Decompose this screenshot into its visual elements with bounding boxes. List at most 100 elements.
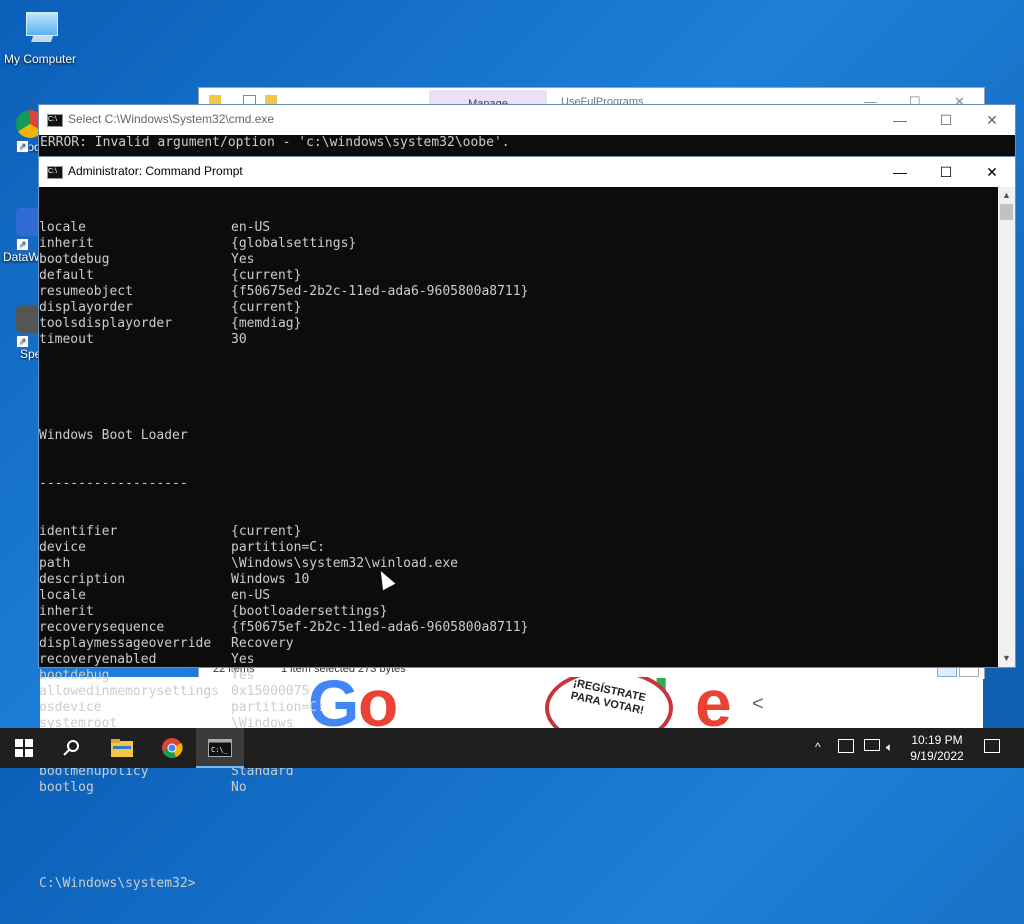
minimize-icon[interactable]: — xyxy=(877,157,923,187)
setting-value: 30 xyxy=(231,332,247,347)
terminal-output[interactable]: locale en-US inherit {globalsettings} bootde… xyxy=(39,187,1015,924)
chrome-icon xyxy=(162,737,183,758)
setting-key: locale xyxy=(39,220,86,235)
terminal-line: allowedinmemorysettings 0x15000075 xyxy=(39,684,1015,700)
setting-key: bootdebug xyxy=(39,252,110,267)
maximize-icon[interactable]: ☐ xyxy=(923,157,969,187)
terminal-line: locale en-US xyxy=(39,588,1015,604)
setting-key: path xyxy=(39,556,71,571)
setting-key: bootlog xyxy=(39,780,94,795)
terminal-line: bootdebug Yes xyxy=(39,252,1015,268)
terminal-output: ERROR: Invalid argument/option - 'c:\win… xyxy=(39,135,1015,151)
svg-text:C:\_: C:\_ xyxy=(211,746,229,754)
cmd-icon: C:\ xyxy=(47,114,63,127)
terminal-line: recoveryenabled Yes xyxy=(39,652,1015,668)
setting-value: Recovery xyxy=(231,636,294,651)
terminal-line: bootdebug Yes xyxy=(39,668,1015,684)
search-button[interactable] xyxy=(48,728,96,768)
terminal-line: inherit {globalsettings} xyxy=(39,236,1015,252)
terminal-line: device partition=C: xyxy=(39,540,1015,556)
chrome-icon xyxy=(16,110,40,138)
terminal-line: timeout 30 xyxy=(39,332,1015,348)
setting-value: en-US xyxy=(231,588,271,603)
terminal-line: default {current} xyxy=(39,268,1015,284)
setting-key: osdevice xyxy=(39,700,102,715)
terminal-line: displaymessageoverride Recovery xyxy=(39,636,1015,652)
scroll-down-icon[interactable]: ▼ xyxy=(998,650,1015,667)
minimize-icon[interactable]: — xyxy=(877,105,923,135)
terminal-line: toolsdisplayorder {memdiag} xyxy=(39,316,1015,332)
setting-value: \Windows\system32\winload.exe xyxy=(231,556,458,571)
scroll-up-icon[interactable]: ▲ xyxy=(998,187,1015,204)
setting-key: identifier xyxy=(39,524,118,539)
volume-icon[interactable]: 🔈︎ xyxy=(886,740,893,780)
setting-key: recoveryenabled xyxy=(39,652,157,667)
setting-key: displaymessageoverride xyxy=(39,636,212,651)
desktop-icon-dataw[interactable]: ↗ DataW xyxy=(0,208,40,264)
setting-key: locale xyxy=(39,588,86,603)
desktop-icon-google-chrome[interactable]: ↗ Goo Chro xyxy=(0,110,40,154)
setting-key: timeout xyxy=(39,332,94,347)
taskbar: C:\_ ^ 🔈︎ 10:19 PM 9/19/2022 xyxy=(0,728,1024,768)
security-icon[interactable] xyxy=(838,739,854,753)
setting-value: {bootloadersettings} xyxy=(231,604,388,619)
cmd-title-bar[interactable]: C:\ Administrator: Command Prompt — ☐ ✕ xyxy=(39,157,1015,187)
network-icon[interactable] xyxy=(864,739,880,751)
setting-value: partition=C: xyxy=(231,540,325,555)
setting-key: recoverysequence xyxy=(39,620,165,635)
shortcut-arrow-icon: ↗ xyxy=(16,140,29,153)
app-icon xyxy=(16,305,40,333)
setting-value: {current} xyxy=(231,268,302,283)
setting-value: Yes xyxy=(231,668,255,683)
setting-key: resumeobject xyxy=(39,284,133,299)
app-icon xyxy=(16,208,40,236)
taskbar-clock[interactable]: 10:19 PM 9/19/2022 xyxy=(902,732,972,764)
section-rule: ------------------- xyxy=(39,476,188,491)
show-hidden-icons[interactable]: ^ xyxy=(815,740,821,780)
setting-key: inherit xyxy=(39,604,94,619)
setting-value: Yes xyxy=(231,252,255,267)
notifications-icon[interactable] xyxy=(984,739,1000,753)
folder-icon xyxy=(111,738,133,757)
search-icon xyxy=(63,739,79,756)
taskbar-file-explorer[interactable] xyxy=(98,728,146,768)
setting-value: en-US xyxy=(231,220,271,235)
scroll-thumb[interactable] xyxy=(1000,204,1013,220)
setting-value: {f50675ef-2b2c-11ed-ada6-9605800a8711} xyxy=(231,620,529,635)
shortcut-arrow-icon: ↗ xyxy=(16,335,29,348)
clock-date: 9/19/2022 xyxy=(910,749,964,763)
desktop-icon-spe[interactable]: ↗ Spe xyxy=(0,305,40,361)
terminal-line: displayorder {current} xyxy=(39,300,1015,316)
cmd-title-bar[interactable]: C:\ Select C:\Windows\System32\cmd.exe —… xyxy=(39,105,1015,135)
setting-value: {memdiag} xyxy=(231,316,302,331)
setting-key: allowedinmemorysettings xyxy=(39,684,220,699)
start-button[interactable] xyxy=(0,728,48,768)
setting-value: {current} xyxy=(231,300,302,315)
taskbar-command-prompt[interactable]: C:\_ xyxy=(196,728,244,768)
cmd-icon: C:\_ xyxy=(208,738,232,757)
cmd-window-admin[interactable]: C:\ Administrator: Command Prompt — ☐ ✕ … xyxy=(38,156,1016,891)
computer-icon xyxy=(20,8,60,48)
terminal-line: recoverysequence {f50675ef-2b2c-11ed-ada6… xyxy=(39,620,1015,636)
terminal-line: locale en-US xyxy=(39,220,1015,236)
setting-key: default xyxy=(39,268,94,283)
clock-time: 10:19 PM xyxy=(911,733,963,747)
desktop-icon-label: My Computer xyxy=(3,52,77,66)
setting-key: inherit xyxy=(39,236,94,251)
setting-key: toolsdisplayorder xyxy=(39,316,173,331)
command-prompt[interactable]: C:\Windows\system32> xyxy=(39,876,1015,892)
setting-key: device xyxy=(39,540,86,555)
maximize-icon[interactable]: ☐ xyxy=(923,105,969,135)
close-icon[interactable]: ✕ xyxy=(969,105,1015,135)
desktop-icon-my-computer[interactable]: My Computer xyxy=(0,8,80,66)
setting-value: {current} xyxy=(231,524,302,539)
setting-value: partition=C: xyxy=(231,700,325,715)
window-title: Administrator: Command Prompt xyxy=(68,164,243,178)
setting-key: description xyxy=(39,572,126,587)
taskbar-chrome[interactable] xyxy=(148,728,196,768)
terminal-line: description Windows 10 xyxy=(39,572,1015,588)
close-icon[interactable]: ✕ xyxy=(969,157,1015,187)
vertical-scrollbar[interactable]: ▲ ▼ xyxy=(998,187,1015,667)
setting-key: bootdebug xyxy=(39,668,110,683)
setting-value: {globalsettings} xyxy=(231,236,357,251)
